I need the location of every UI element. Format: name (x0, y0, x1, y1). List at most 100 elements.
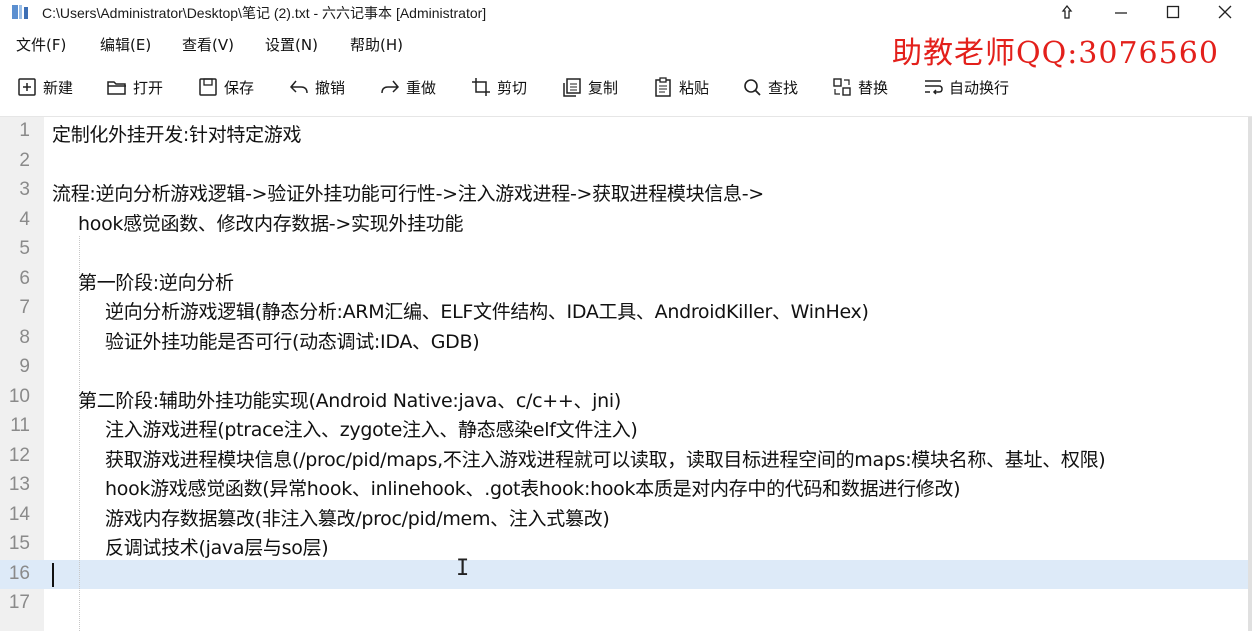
editor-line[interactable]: 17 (0, 589, 1252, 619)
copy-button[interactable]: 复制 (561, 74, 618, 100)
maximize-button[interactable] (1150, 0, 1196, 24)
mouse-ibeam-cursor: I (456, 556, 470, 581)
editor-line[interactable]: 13 hook游戏感觉函数(异常hook、inlinehook、.got表hook… (0, 471, 1252, 501)
word-wrap-button[interactable]: 自动换行 (922, 74, 1009, 100)
vertical-scrollbar[interactable] (1248, 117, 1252, 631)
line-text: 反调试技术(java层与so层) (105, 537, 329, 559)
save-button[interactable]: 保存 (197, 74, 254, 100)
replace-icon (833, 78, 851, 96)
undo-icon (289, 80, 308, 94)
editor-line[interactable]: 12 获取游戏进程模块信息(/proc/pid/maps,不注入游戏进程就可以读取… (0, 442, 1252, 472)
line-text: 注入游戏进程(ptrace注入、zygote注入、静态感染elf文件注入) (105, 419, 638, 441)
line-text: 定制化外挂开发:针对特定游戏 (52, 124, 302, 146)
close-button[interactable] (1202, 0, 1248, 24)
save-icon (199, 78, 217, 96)
cut-button-label: 剪切 (497, 78, 528, 97)
line-number: 10 (8, 385, 30, 407)
line-number: 8 (19, 326, 30, 348)
replace-button[interactable]: 替换 (831, 74, 888, 100)
text-editor[interactable]: 1 定制化外挂开发:针对特定游戏 2 3 流程:逆向分析游戏逻辑->验证外挂功能可行性-… (0, 116, 1252, 631)
editor-line[interactable]: 5 (0, 235, 1252, 265)
line-number: 7 (19, 297, 30, 318)
line-number: 11 (10, 415, 30, 436)
editor-line[interactable]: 7 逆向分析游戏逻辑(静态分析:ARM汇编、ELF文件结构、IDA工具、Andro… (0, 294, 1252, 324)
line-text: 获取游戏进程模块信息(/proc/pid/maps,不注入游戏进程就可以读取，读… (105, 448, 1106, 471)
line-text: 逆向分析游戏逻辑(静态分析:ARM汇编、ELF文件结构、IDA工具、Androi… (105, 301, 869, 323)
find-button[interactable]: 查找 (741, 74, 798, 100)
line-number: 14 (8, 503, 30, 525)
open-button[interactable]: 打开 (106, 74, 163, 100)
maximize-icon (1166, 5, 1180, 19)
open-folder-icon (107, 81, 126, 95)
pin-icon (1061, 4, 1073, 19)
minimize-button[interactable] (1098, 0, 1144, 24)
indent-guide (79, 236, 80, 631)
editor-line[interactable]: 3 流程:逆向分析游戏逻辑->验证外挂功能可行性->注入游戏进程->获取进程模块信… (0, 176, 1252, 206)
copy-icon (563, 78, 581, 97)
watermark-text: 助教老师QQ:3076560 (892, 36, 1219, 71)
menu-help[interactable]: 帮助(H) (350, 34, 403, 55)
save-button-label: 保存 (224, 78, 255, 97)
line-text: hook感觉函数、修改内存数据->实现外挂功能 (78, 212, 464, 235)
menu-settings[interactable]: 设置(N) (265, 34, 318, 55)
paste-button-label: 粘贴 (679, 78, 710, 97)
line-text: hook游戏感觉函数(异常hook、inlinehook、.got表hook:h… (105, 478, 961, 500)
new-button-label: 新建 (43, 78, 74, 97)
line-text: 第二阶段:辅助外挂功能实现(Android Native:java、c/c++、… (78, 389, 621, 412)
line-number: 16 (8, 562, 30, 584)
notepad-app-icon (12, 5, 28, 19)
paste-icon (655, 77, 671, 97)
new-file-icon (18, 78, 36, 96)
find-button-label: 查找 (768, 78, 799, 97)
editor-line[interactable]: 4 hook感觉函数、修改内存数据->实现外挂功能 (0, 206, 1252, 236)
editor-line[interactable]: 8 验证外挂功能是否可行(动态调试:IDA、GDB) (0, 324, 1252, 354)
text-cursor (52, 562, 54, 587)
editor-line[interactable]: 10 第二阶段:辅助外挂功能实现(Android Native:java、c/c+… (0, 383, 1252, 413)
cut-button[interactable]: 剪切 (470, 74, 527, 100)
menu-edit[interactable]: 编辑(E) (100, 34, 151, 55)
close-icon (1218, 5, 1232, 19)
replace-button-label: 替换 (858, 78, 889, 97)
menu-bar: 文件(F) 编辑(E) 查看(V) 设置(N) 帮助(H) (0, 30, 880, 58)
line-text: 游戏内存数据篡改(非注入篡改/proc/pid/mem、注入式篡改) (105, 507, 610, 530)
line-number: 4 (19, 208, 30, 230)
line-number: 17 (8, 592, 30, 613)
menu-view[interactable]: 查看(V) (182, 34, 234, 55)
redo-icon (381, 80, 400, 94)
editor-line[interactable]: 6 第一阶段:逆向分析 (0, 265, 1252, 295)
editor-line[interactable]: 14 游戏内存数据篡改(非注入篡改/proc/pid/mem、注入式篡改) (0, 501, 1252, 531)
editor-line[interactable]: 2 (0, 147, 1252, 177)
editor-line[interactable]: 15 反调试技术(java层与so层) (0, 530, 1252, 560)
line-number: 12 (8, 444, 30, 466)
word-wrap-icon (925, 80, 943, 95)
title-bar: C:\Users\Administrator\Desktop\笔记 (2).tx… (0, 0, 1252, 24)
menu-file[interactable]: 文件(F) (16, 34, 66, 55)
line-number: 3 (19, 179, 30, 200)
line-number: 13 (8, 474, 30, 495)
redo-button-label: 重做 (406, 78, 437, 97)
editor-line[interactable]: 11 注入游戏进程(ptrace注入、zygote注入、静态感染elf文件注入) (0, 412, 1252, 442)
paste-button[interactable]: 粘贴 (652, 74, 709, 100)
line-number: 5 (19, 238, 30, 259)
new-button[interactable]: 新建 (16, 74, 73, 100)
line-text: 流程:逆向分析游戏逻辑->验证外挂功能可行性->注入游戏进程->获取进程模块信息… (52, 183, 764, 205)
line-number: 9 (19, 356, 30, 377)
window-title: C:\Users\Administrator\Desktop\笔记 (2).tx… (42, 5, 487, 21)
minimize-icon (1115, 12, 1127, 14)
line-text: 第一阶段:逆向分析 (78, 271, 234, 294)
pin-window-button[interactable] (1044, 0, 1090, 24)
undo-button[interactable]: 撤销 (288, 74, 345, 100)
cut-icon (472, 78, 490, 96)
editor-line[interactable]: 9 (0, 353, 1252, 383)
redo-button[interactable]: 重做 (379, 74, 436, 100)
search-icon (744, 79, 761, 96)
copy-button-label: 复制 (588, 78, 619, 97)
editor-line[interactable]: 16 (0, 559, 1252, 589)
undo-button-label: 撤销 (315, 78, 346, 97)
line-number: 6 (19, 267, 30, 289)
line-number: 15 (8, 533, 30, 554)
line-number: 2 (19, 149, 30, 171)
line-number: 1 (19, 120, 30, 141)
editor-line[interactable]: 1 定制化外挂开发:针对特定游戏 (0, 117, 1252, 147)
open-button-label: 打开 (133, 78, 164, 97)
